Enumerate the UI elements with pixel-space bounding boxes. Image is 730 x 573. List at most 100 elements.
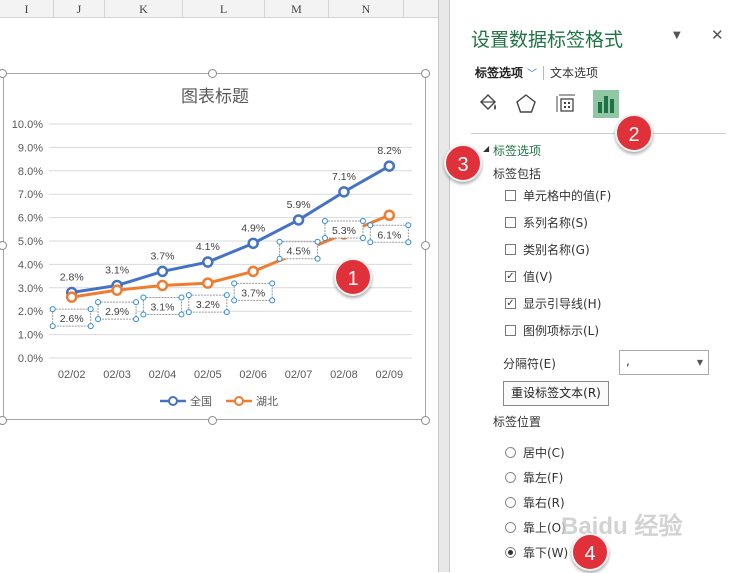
legend-label: 全国 bbox=[190, 394, 212, 408]
close-icon[interactable]: ✕ bbox=[711, 26, 724, 44]
checkbox-label-category-name[interactable]: 类别名称(G) bbox=[523, 241, 590, 258]
y-tick-label: 5.0% bbox=[18, 236, 43, 248]
label-handle bbox=[178, 311, 185, 318]
pentagon-icon[interactable] bbox=[513, 90, 539, 118]
annotation-badge-3: 3 bbox=[444, 144, 482, 182]
pane-splitter[interactable] bbox=[438, 0, 450, 572]
checkbox-series-name[interactable] bbox=[505, 217, 516, 228]
label-handle bbox=[314, 238, 321, 245]
label-handle bbox=[367, 239, 374, 246]
checkbox-label-leader-lines[interactable]: 显示引导线(H) bbox=[523, 295, 601, 312]
data-point bbox=[111, 284, 123, 296]
pane-tabs: 标签选项 ﹀ 文本选项 bbox=[475, 64, 599, 81]
resize-handle-top[interactable] bbox=[208, 69, 217, 78]
data-point bbox=[156, 265, 169, 278]
x-tick-label: 02/04 bbox=[149, 369, 177, 381]
x-tick-label: 02/05 bbox=[194, 369, 222, 381]
data-label: 3.2% bbox=[196, 299, 220, 311]
reset-label-text-button[interactable]: 重设标签文本(R) bbox=[503, 381, 609, 406]
column-header-i[interactable]: I bbox=[0, 0, 54, 18]
paint-bucket-icon[interactable] bbox=[475, 90, 501, 118]
column-header-o[interactable] bbox=[404, 0, 438, 18]
data-label: 3.7% bbox=[150, 250, 174, 262]
resize-handle-br[interactable] bbox=[421, 416, 430, 425]
label-includes-heading: 标签包括 bbox=[493, 167, 542, 181]
checkbox-legend-key[interactable] bbox=[505, 325, 516, 336]
data-label: 4.5% bbox=[287, 246, 311, 258]
column-header-k[interactable]: K bbox=[105, 0, 183, 18]
separator-select[interactable]: , ▼ bbox=[619, 350, 709, 375]
checkbox-cell-value[interactable] bbox=[505, 190, 516, 201]
checkbox-label-value[interactable]: 值(V) bbox=[523, 268, 553, 285]
data-point bbox=[156, 279, 169, 292]
radio-label-left[interactable]: 靠左(F) bbox=[523, 469, 563, 486]
annotation-badge-4: 4 bbox=[571, 533, 609, 571]
column-header-j[interactable]: J bbox=[54, 0, 105, 18]
legend-label: 湖北 bbox=[256, 395, 278, 408]
radio-label-below[interactable]: 靠下(W) bbox=[523, 544, 568, 561]
size-properties-icon[interactable] bbox=[553, 90, 579, 118]
x-tick-label: 02/09 bbox=[376, 369, 404, 381]
data-label: 6.1% bbox=[377, 229, 401, 241]
tab-label-options[interactable]: 标签选项 bbox=[475, 66, 523, 80]
tab-text-options[interactable]: 文本选项 bbox=[543, 66, 599, 80]
label-handle bbox=[133, 316, 140, 323]
checkbox-category-name[interactable] bbox=[505, 244, 516, 255]
label-handle bbox=[321, 234, 328, 241]
data-label: 7.1% bbox=[332, 171, 356, 183]
resize-handle-bl[interactable] bbox=[0, 416, 7, 425]
label-handle bbox=[223, 292, 230, 299]
radio-right[interactable] bbox=[505, 497, 516, 508]
label-handle bbox=[49, 323, 56, 330]
data-point bbox=[202, 277, 214, 289]
radio-label-center[interactable]: 居中(C) bbox=[523, 444, 565, 461]
checkbox-label-series-name[interactable]: 系列名称(S) bbox=[523, 214, 588, 231]
data-label: 2.8% bbox=[60, 271, 84, 283]
label-handle bbox=[49, 306, 56, 313]
chevron-down-icon[interactable]: ﹀ bbox=[527, 69, 537, 80]
checkbox-label-cell-value[interactable]: 单元格中的值(F) bbox=[523, 187, 611, 204]
data-point bbox=[292, 214, 305, 226]
y-tick-label: 10.0% bbox=[12, 119, 43, 131]
column-header-l[interactable]: L bbox=[183, 0, 265, 18]
radio-label-right[interactable]: 靠右(R) bbox=[523, 494, 565, 511]
data-point bbox=[202, 256, 214, 268]
pane-title: 设置数据标签格式 bbox=[471, 29, 624, 51]
line-chart[interactable]: 图表标题 0.0% 1.0% 2.0% 3.0% 4.0% 5.0% 6.0% 7.0% 8.0%… bbox=[4, 74, 427, 421]
column-header-n[interactable]: N bbox=[329, 0, 404, 18]
checkbox-value[interactable]: ✓ bbox=[505, 271, 516, 282]
spreadsheet-area[interactable]: I J K L M N 图表标题 0.0% 1.0% 2.0% 3.0% 4.0% 5.0%… bbox=[0, 0, 438, 572]
label-handle bbox=[405, 222, 412, 229]
radio-left[interactable] bbox=[505, 472, 516, 483]
chart-object[interactable]: 图表标题 0.0% 1.0% 2.0% 3.0% 4.0% 5.0% 6.0% 7.0% 8.0%… bbox=[3, 73, 426, 420]
label-handle bbox=[314, 255, 321, 262]
resize-handle-right[interactable] bbox=[421, 241, 430, 250]
checkbox-label-legend-key[interactable]: 图例项标示(L) bbox=[523, 322, 599, 339]
label-handle bbox=[367, 222, 374, 229]
y-tick-label: 1.0% bbox=[18, 330, 43, 342]
y-tick-label: 6.0% bbox=[18, 213, 43, 225]
label-handle bbox=[178, 294, 185, 301]
label-handle bbox=[269, 280, 276, 287]
collapse-triangle-icon[interactable]: ◢ bbox=[483, 144, 489, 153]
section-label-options[interactable]: 标签选项 bbox=[493, 142, 541, 159]
label-handle bbox=[95, 299, 102, 306]
bar-chart-icon[interactable] bbox=[593, 90, 619, 118]
label-handle bbox=[223, 309, 230, 316]
radio-center[interactable] bbox=[505, 447, 516, 458]
label-handle bbox=[359, 217, 366, 224]
label-handle bbox=[231, 297, 238, 304]
y-tick-label: 4.0% bbox=[18, 259, 43, 271]
radio-label-above[interactable]: 靠上(O) bbox=[523, 519, 566, 536]
x-tick-label: 02/07 bbox=[285, 369, 313, 381]
x-tick-label: 02/08 bbox=[330, 369, 358, 381]
resize-handle-tr[interactable] bbox=[421, 69, 430, 78]
label-handle bbox=[276, 238, 283, 245]
pane-options-dropdown-icon[interactable]: ▼ bbox=[673, 30, 681, 41]
radio-above[interactable] bbox=[505, 522, 516, 533]
radio-below[interactable] bbox=[505, 547, 516, 558]
column-header-m[interactable]: M bbox=[265, 0, 329, 18]
data-label: 8.2% bbox=[377, 145, 401, 157]
resize-handle-bottom[interactable] bbox=[208, 416, 217, 425]
checkbox-leader-lines[interactable]: ✓ bbox=[505, 298, 516, 309]
